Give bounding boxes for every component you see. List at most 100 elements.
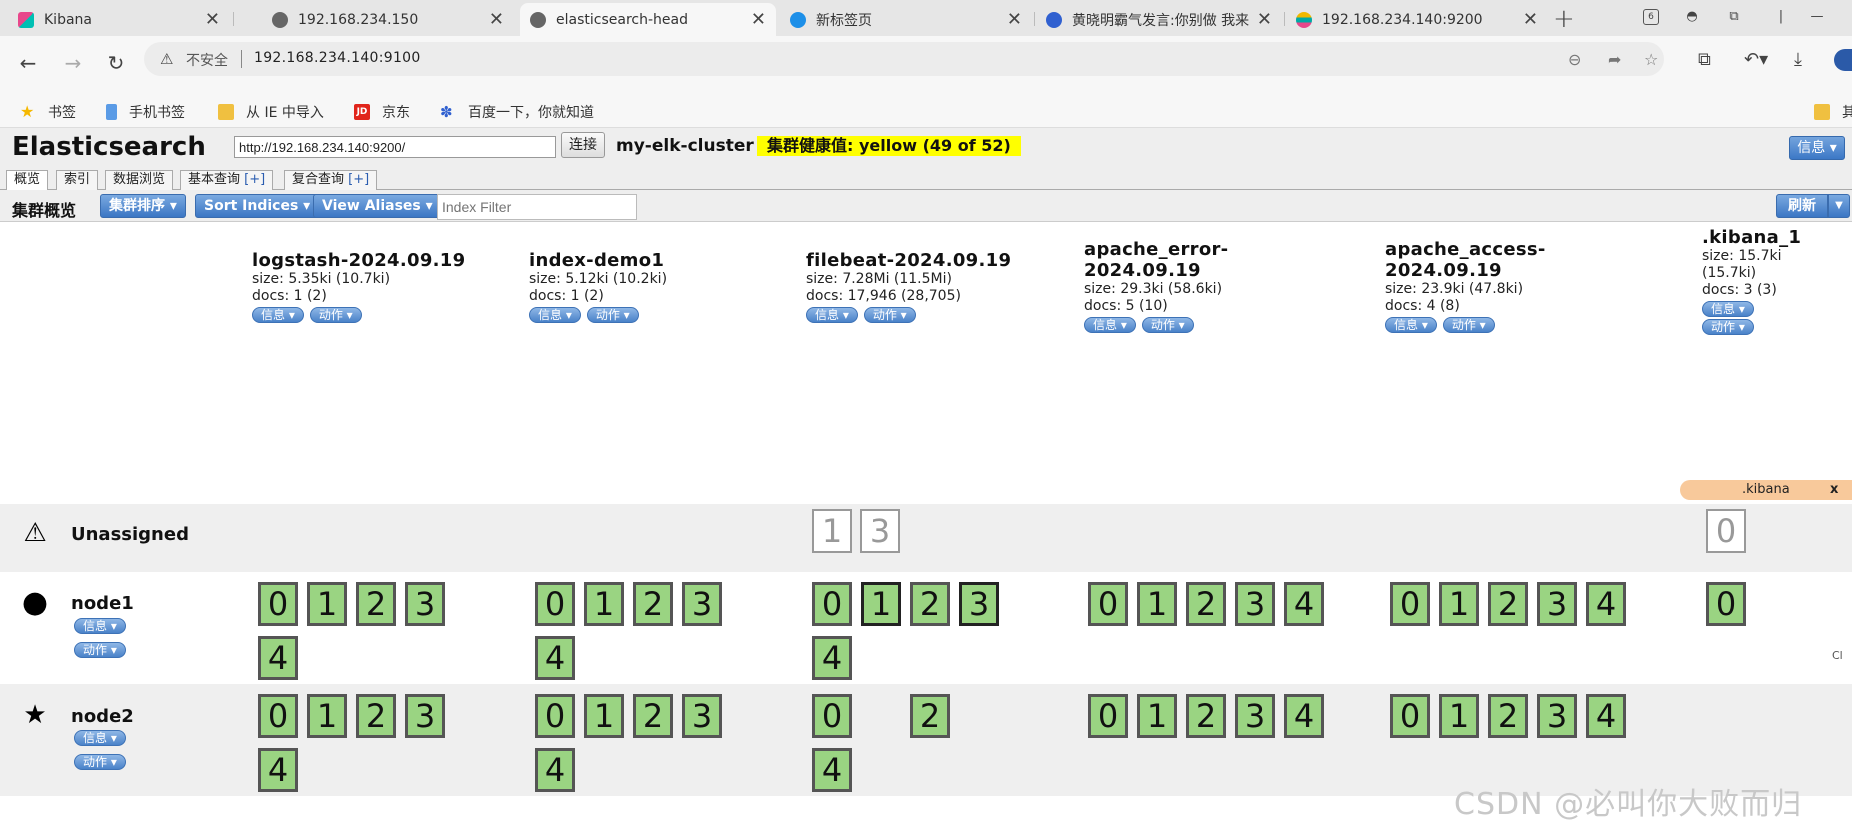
index-action-button[interactable]: 动作 ▾ <box>863 307 916 323</box>
shard-box[interactable]: 4 <box>535 636 575 680</box>
extension-puzzle-icon[interactable]: ⧉ <box>1698 49 1711 70</box>
refresh-dropdown-icon[interactable]: ▼ <box>1828 194 1850 218</box>
shard-box[interactable]: 3 <box>1537 582 1577 626</box>
shard-box[interactable]: 3 <box>1235 694 1275 738</box>
node-action-button[interactable]: 动作 ▾ <box>74 754 126 770</box>
connect-url-input[interactable] <box>234 136 556 158</box>
shard-box[interactable]: 2 <box>356 694 396 738</box>
browser-tab-kibana[interactable]: Kibana ✕ <box>8 3 230 36</box>
shard-box[interactable]: 0 <box>535 582 575 626</box>
shard-box[interactable]: 1 <box>812 509 852 553</box>
shard-box[interactable]: 1 <box>1439 582 1479 626</box>
index-action-button[interactable]: 动作 ▾ <box>1442 317 1495 333</box>
close-tab-icon[interactable]: ✕ <box>1523 10 1538 29</box>
index-filter-input[interactable] <box>437 194 637 220</box>
url-text[interactable]: 192.168.234.140:9100 <box>254 50 421 66</box>
browser-tab-baidu[interactable]: 黄晓明霸气发言:你别做 我来 ✕ <box>1036 3 1282 36</box>
shard-box[interactable]: 3 <box>405 582 445 626</box>
index-action-button[interactable]: 动作 ▾ <box>1702 319 1754 335</box>
bookmark-item[interactable]: ★ 书签 <box>20 102 76 122</box>
shard-box[interactable]: 3 <box>860 509 900 553</box>
cluster-sort-button[interactable]: 集群排序 ▾ <box>100 194 186 218</box>
browser-tab-newtab[interactable]: 新标签页 ✕ <box>780 3 1032 36</box>
bookmark-item[interactable]: ✽ 百度一下，你就知道 <box>440 102 594 122</box>
shard-box[interactable]: 2 <box>910 694 950 738</box>
shard-box[interactable]: 1 <box>307 582 347 626</box>
tab-indices[interactable]: 索引 <box>56 170 99 190</box>
bookmark-item[interactable]: JD 京东 <box>354 102 410 122</box>
shard-box[interactable]: 1 <box>1137 582 1177 626</box>
shard-box[interactable]: 1 <box>1137 694 1177 738</box>
index-info-button[interactable]: 信息 ▾ <box>1084 317 1136 333</box>
close-tab-icon[interactable]: ✕ <box>205 10 220 29</box>
node-action-button[interactable]: 动作 ▾ <box>74 642 126 658</box>
shard-box[interactable]: 1 <box>861 582 901 626</box>
shard-box[interactable]: 3 <box>1235 582 1275 626</box>
shard-box[interactable]: 2 <box>910 582 950 626</box>
security-label[interactable]: 不安全 <box>186 50 228 70</box>
reload-icon[interactable]: ↻ <box>105 52 127 74</box>
shard-box[interactable]: 2 <box>633 582 673 626</box>
shard-box[interactable]: 4 <box>258 636 298 680</box>
shard-box[interactable]: 4 <box>1586 694 1626 738</box>
shard-box[interactable]: 0 <box>812 582 852 626</box>
shard-box[interactable]: 3 <box>405 694 445 738</box>
close-tab-icon[interactable]: ✕ <box>1257 10 1272 29</box>
info-menu-button[interactable]: 信息 ▾ <box>1789 136 1845 160</box>
favorite-star-icon[interactable]: ☆ <box>1644 50 1658 69</box>
shard-box[interactable]: 4 <box>812 636 852 680</box>
new-tab-icon[interactable]: + <box>1553 4 1575 34</box>
shard-box[interactable]: 1 <box>584 582 624 626</box>
shard-box[interactable]: 3 <box>682 582 722 626</box>
shard-box[interactable]: 0 <box>1390 694 1430 738</box>
shard-box[interactable]: 2 <box>1186 694 1226 738</box>
view-aliases-button[interactable]: View Aliases ▾ <box>313 194 442 218</box>
tab-overview[interactable]: 概览 <box>6 170 49 191</box>
forward-icon[interactable]: → <box>62 52 84 74</box>
index-info-button[interactable]: 信息 ▾ <box>252 307 304 323</box>
refresh-button[interactable]: 刷新 <box>1776 194 1828 218</box>
node-info-button[interactable]: 信息 ▾ <box>74 730 126 746</box>
back-icon[interactable]: ← <box>17 52 39 74</box>
shard-box[interactable]: 3 <box>1537 694 1577 738</box>
shard-box[interactable]: 2 <box>1488 694 1528 738</box>
shard-box[interactable]: 3 <box>959 582 999 626</box>
minimize-icon[interactable]: — <box>1808 9 1826 27</box>
shard-box[interactable]: 1 <box>584 694 624 738</box>
node-info-button[interactable]: 信息 ▾ <box>74 618 126 634</box>
close-alias-icon[interactable]: x <box>1830 480 1838 500</box>
bookmark-item[interactable]: 手机书签 <box>106 102 185 122</box>
shard-box[interactable]: 1 <box>307 694 347 738</box>
connect-button[interactable]: 连接 <box>561 132 605 158</box>
incognito-icon[interactable]: ◓ <box>1683 9 1701 27</box>
shard-box[interactable]: 0 <box>1390 582 1430 626</box>
shard-box[interactable]: 0 <box>258 582 298 626</box>
shard-box[interactable]: 4 <box>535 748 575 792</box>
index-action-button[interactable]: 动作 ▾ <box>1141 317 1194 333</box>
tab-structured-query[interactable]: 复合查询 [+] <box>284 170 378 190</box>
shard-box[interactable]: 4 <box>1586 582 1626 626</box>
shard-box[interactable]: 0 <box>1706 582 1746 626</box>
close-tab-icon[interactable]: ✕ <box>751 10 766 29</box>
omnibox[interactable]: ⚠ 不安全 192.168.234.140:9100 ⊖ ➦ ☆ <box>144 42 1664 76</box>
browser-tab-elasticsearch-head[interactable]: elasticsearch-head ✕ <box>520 3 776 36</box>
shard-box[interactable]: 4 <box>1284 694 1324 738</box>
shard-box[interactable]: 0 <box>812 694 852 738</box>
shard-box[interactable]: 2 <box>1488 582 1528 626</box>
index-info-button[interactable]: 信息 ▾ <box>1702 301 1754 317</box>
workspaces-icon[interactable]: 6 <box>1643 9 1659 25</box>
index-info-button[interactable]: 信息 ▾ <box>529 307 581 323</box>
shard-box[interactable]: 0 <box>1088 694 1128 738</box>
shard-box[interactable]: 4 <box>258 748 298 792</box>
tab-basic-query[interactable]: 基本查询 [+] <box>180 170 274 190</box>
index-action-button[interactable]: 动作 ▾ <box>309 307 362 323</box>
profile-avatar-icon[interactable] <box>1834 49 1852 71</box>
browser-tab-ip140-9200[interactable]: 192.168.234.140:9200 ✕ <box>1286 3 1548 36</box>
download-icon[interactable]: ⤓ <box>1794 49 1802 70</box>
shard-box[interactable]: 0 <box>258 694 298 738</box>
bookmark-item[interactable]: 从 IE 中导入 <box>218 102 324 122</box>
share-icon[interactable]: ➦ <box>1608 50 1621 69</box>
shard-box[interactable]: 0 <box>535 694 575 738</box>
tab-browser[interactable]: 数据浏览 <box>105 170 174 190</box>
index-info-button[interactable]: 信息 ▾ <box>1385 317 1437 333</box>
